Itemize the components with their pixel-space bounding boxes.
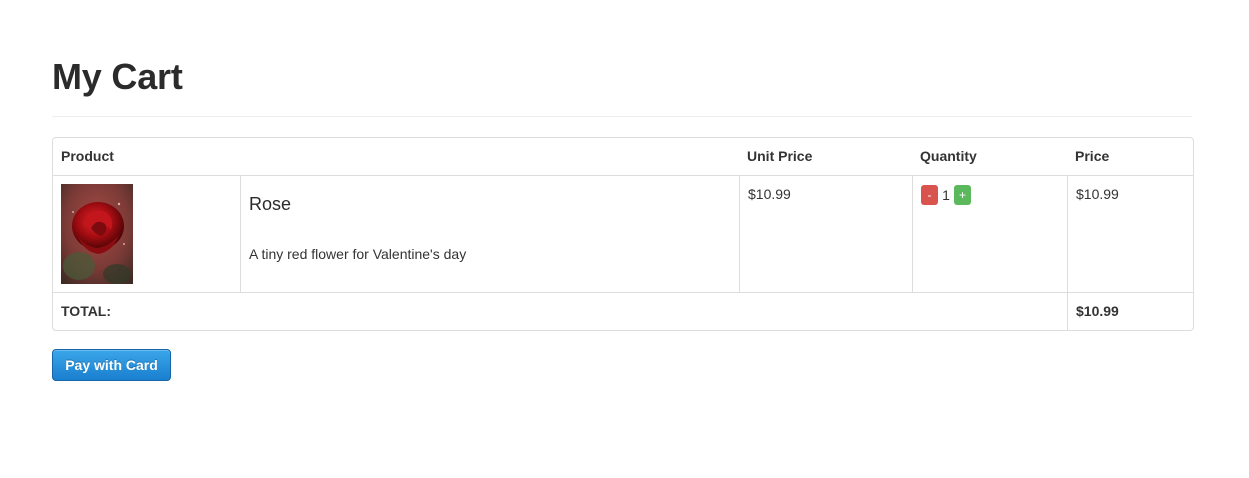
product-image-cell	[53, 175, 240, 292]
total-value: $10.99	[1067, 292, 1194, 330]
page-title: My Cart	[52, 56, 183, 97]
line-price: $10.99	[1076, 186, 1119, 202]
increment-button[interactable]: +	[954, 185, 972, 205]
cart-table-footer: TOTAL: $10.99	[53, 292, 1194, 330]
header-price: Price	[1075, 148, 1110, 164]
quantity-value: 1	[942, 187, 950, 203]
pay-with-card-button[interactable]: Pay with Card	[52, 349, 171, 381]
table-row: Rose A tiny red flower for Valentine's d…	[53, 175, 1194, 292]
quantity-stepper: - 1 +	[921, 184, 1059, 206]
header-unit-price: Unit Price	[747, 148, 813, 164]
product-description: A tiny red flower for Valentine's day	[249, 246, 467, 262]
cart-page: My Cart Product Unit Price Quantity Pric…	[0, 0, 1249, 478]
product-info-cell: Rose A tiny red flower for Valentine's d…	[240, 175, 740, 292]
price-cell: $10.99	[1067, 175, 1194, 292]
unit-price-cell: $10.99	[739, 175, 913, 292]
cart-table-header: Product Unit Price Quantity Price	[53, 138, 1193, 175]
cart-table-body: Rose A tiny red flower for Valentine's d…	[53, 175, 1194, 292]
unit-price: $10.99	[748, 186, 791, 202]
decrement-button[interactable]: -	[921, 185, 939, 205]
quantity-cell: - 1 +	[912, 175, 1068, 292]
product-name: Rose	[249, 194, 292, 214]
total-label: TOTAL:	[53, 292, 1068, 330]
header-product: Product	[61, 148, 114, 164]
title-divider	[52, 116, 1192, 117]
header-row: Product Unit Price Quantity Price	[53, 138, 1193, 175]
cart-table: Product Unit Price Quantity Price Rose A…	[52, 137, 1195, 331]
rose-image	[61, 184, 133, 284]
header-quantity: Quantity	[920, 148, 977, 164]
total-row: TOTAL: $10.99	[53, 292, 1194, 330]
